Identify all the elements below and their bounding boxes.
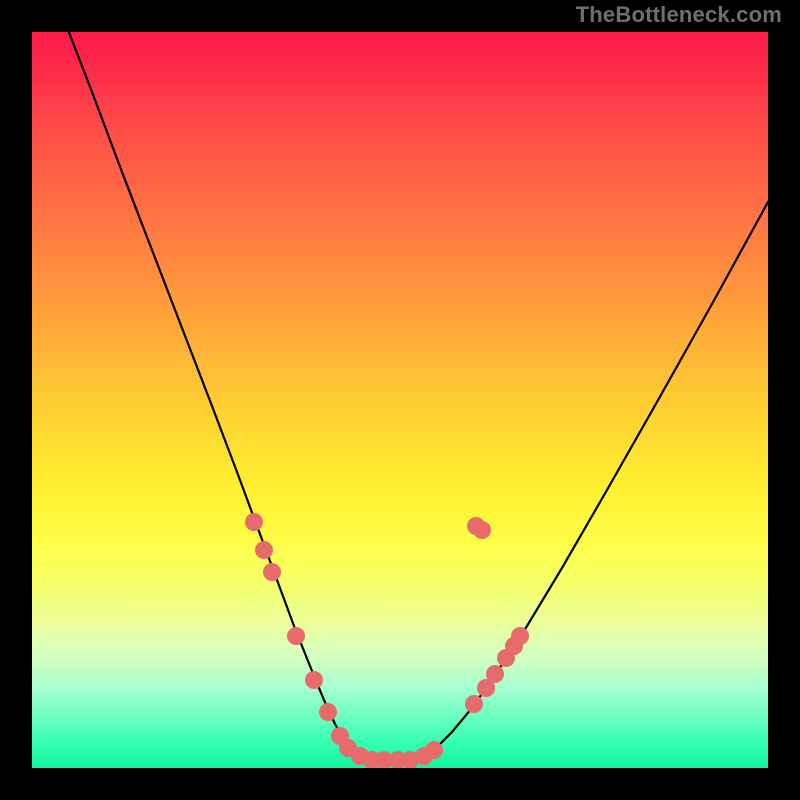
marker-dot (425, 741, 443, 759)
marker-dot (255, 541, 273, 559)
chart-overlay (32, 32, 768, 768)
marker-dot (465, 695, 483, 713)
attribution-label: TheBottleneck.com (576, 2, 782, 28)
bottleneck-curve (65, 32, 768, 760)
marker-dot (287, 627, 305, 645)
chart-frame: TheBottleneck.com (0, 0, 800, 800)
marker-dot (511, 627, 529, 645)
marker-dot (263, 563, 281, 581)
marker-dot (319, 703, 337, 721)
marker-dot (305, 671, 323, 689)
plot-area (32, 32, 768, 768)
marker-group (245, 513, 529, 768)
marker-dot (473, 521, 491, 539)
marker-dot (245, 513, 263, 531)
marker-dot (486, 665, 504, 683)
